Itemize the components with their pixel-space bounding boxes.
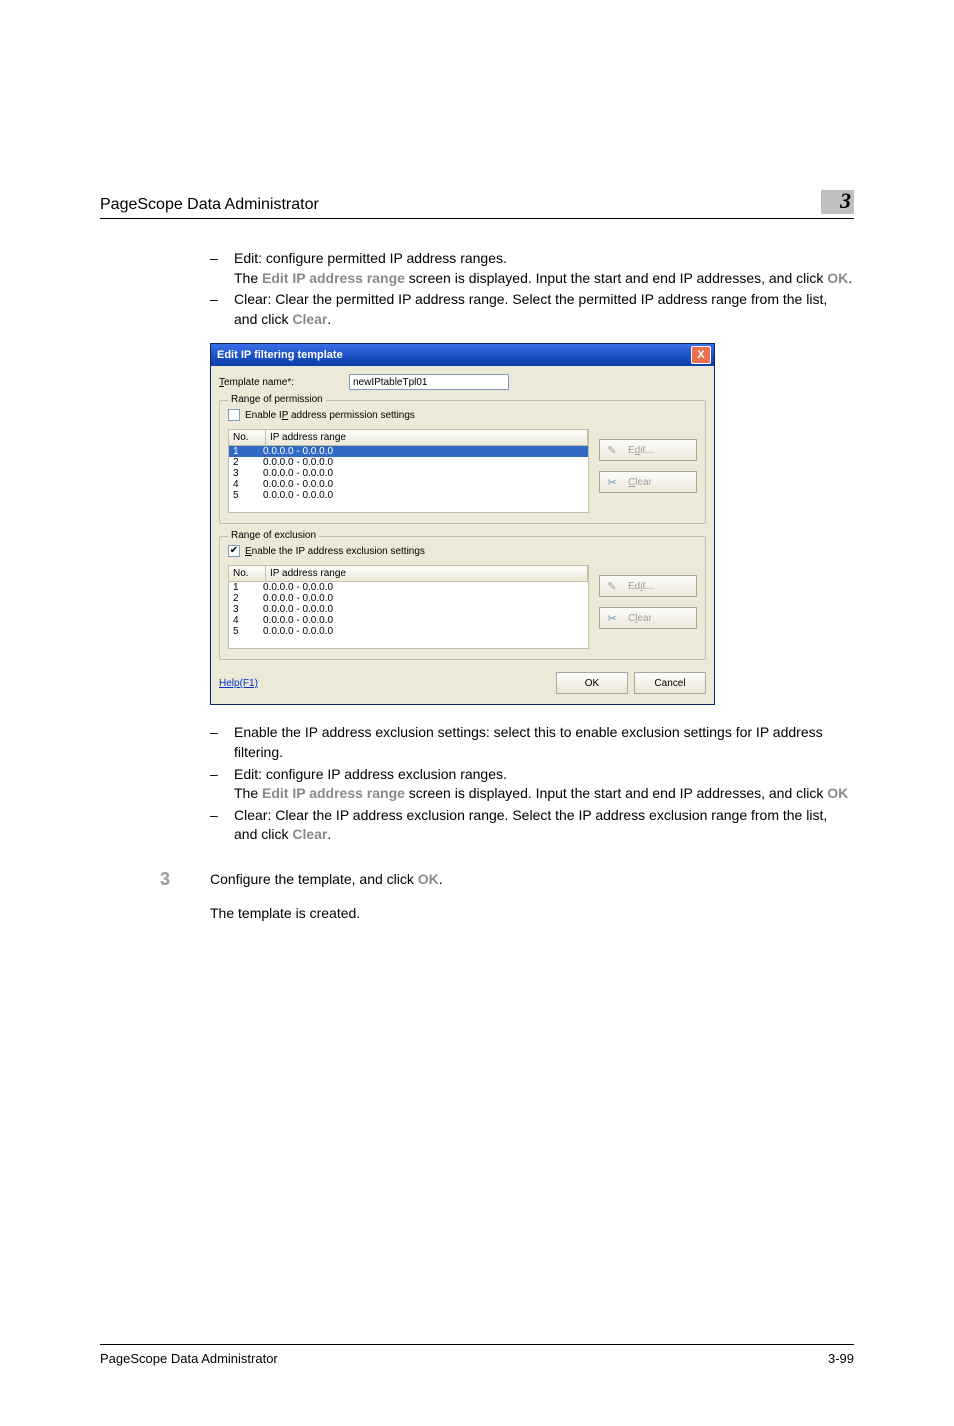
page-header: PageScope Data Administrator 3	[100, 190, 854, 219]
step-number: 3	[100, 869, 210, 924]
instructions-top: –Edit: configure permitted IP address ra…	[210, 249, 854, 329]
template-name-label: Template name*:	[219, 377, 349, 388]
exclusion-edit-button[interactable]: ✎ Edit...	[599, 575, 697, 597]
footer-left: PageScope Data Administrator	[100, 1351, 278, 1366]
instructions-bottom: –Enable the IP address exclusion setting…	[210, 723, 854, 845]
step-3: 3 Configure the template, and click OK. …	[100, 869, 854, 924]
close-icon: X	[697, 349, 704, 361]
dialog-title: Edit IP filtering template	[217, 349, 343, 361]
template-name-input[interactable]	[349, 374, 509, 390]
bullet-item: –Edit: configure IP address exclusion ra…	[210, 765, 854, 804]
permission-edit-button[interactable]: ✎ Edit...	[599, 439, 697, 461]
clear-label: Clear	[628, 613, 652, 624]
col-range: IP address range	[266, 566, 588, 581]
enable-exclusion-checkbox[interactable]: ✔	[228, 545, 240, 557]
exclusion-clear-button[interactable]: ✂ Clear	[599, 607, 697, 629]
bullet-item: –Enable the IP address exclusion setting…	[210, 723, 854, 762]
footer-right: 3-99	[828, 1351, 854, 1366]
table-row[interactable]: 30.0.0.0 - 0.0.0.0	[229, 468, 588, 479]
range-of-permission-group: Range of permission Enable IP address pe…	[219, 400, 706, 524]
table-row[interactable]: 20.0.0.0 - 0.0.0.0	[229, 457, 588, 468]
help-link[interactable]: Help(F1)	[219, 678, 258, 689]
cancel-button[interactable]: Cancel	[634, 672, 706, 694]
range-of-exclusion-group: Range of exclusion ✔ Enable the IP addre…	[219, 536, 706, 660]
table-row[interactable]: 20.0.0.0 - 0.0.0.0	[229, 593, 588, 604]
permission-clear-button[interactable]: ✂ Clear	[599, 471, 697, 493]
step-line2: The template is created.	[210, 903, 854, 923]
enable-permission-label: Enable IP address permission settings	[245, 410, 415, 421]
table-row[interactable]: 50.0.0.0 - 0.0.0.0	[229, 626, 588, 637]
table-row[interactable]: 10.0.0.0 - 0.0.0.0	[229, 582, 588, 593]
header-title: PageScope Data Administrator	[100, 196, 319, 214]
permission-list-header: No. IP address range	[228, 429, 589, 446]
clear-icon: ✂	[607, 612, 616, 625]
edit-label: Edit...	[628, 581, 654, 592]
clear-label: Clear	[628, 477, 652, 488]
close-button[interactable]: X	[691, 346, 711, 364]
table-row[interactable]: 40.0.0.0 - 0.0.0.0	[229, 479, 588, 490]
table-row[interactable]: 50.0.0.0 - 0.0.0.0	[229, 490, 588, 501]
col-no: No.	[229, 566, 266, 581]
permission-list[interactable]: 10.0.0.0 - 0.0.0.020.0.0.0 - 0.0.0.030.0…	[228, 446, 589, 513]
bullet-item: –Clear: Clear the IP address exclusion r…	[210, 806, 854, 845]
page-footer: PageScope Data Administrator 3-99	[100, 1344, 854, 1366]
step-line1: Configure the template, and click OK.	[210, 869, 854, 889]
edit-icon: ✎	[607, 580, 616, 593]
permission-legend: Range of permission	[228, 394, 326, 405]
edit-icon: ✎	[607, 444, 616, 457]
table-row[interactable]: 10.0.0.0 - 0.0.0.0	[229, 446, 588, 457]
edit-ip-filtering-dialog: Edit IP filtering template X Template na…	[210, 343, 715, 705]
col-no: No.	[229, 430, 266, 445]
ok-button[interactable]: OK	[556, 672, 628, 694]
enable-permission-checkbox[interactable]	[228, 409, 240, 421]
exclusion-list[interactable]: 10.0.0.0 - 0.0.0.020.0.0.0 - 0.0.0.030.0…	[228, 582, 589, 649]
clear-icon: ✂	[607, 476, 616, 489]
exclusion-legend: Range of exclusion	[228, 530, 319, 541]
bullet-item: –Clear: Clear the permitted IP address r…	[210, 290, 854, 329]
col-range: IP address range	[266, 430, 588, 445]
enable-exclusion-label: Enable the IP address exclusion settings	[245, 546, 425, 557]
table-row[interactable]: 40.0.0.0 - 0.0.0.0	[229, 615, 588, 626]
table-row[interactable]: 30.0.0.0 - 0.0.0.0	[229, 604, 588, 615]
chapter-badge: 3	[821, 190, 854, 214]
dialog-titlebar: Edit IP filtering template X	[211, 344, 714, 366]
exclusion-list-header: No. IP address range	[228, 565, 589, 582]
template-name-row: Template name*:	[219, 374, 706, 390]
edit-label: Edit...	[628, 445, 654, 456]
bullet-item: –Edit: configure permitted IP address ra…	[210, 249, 854, 288]
